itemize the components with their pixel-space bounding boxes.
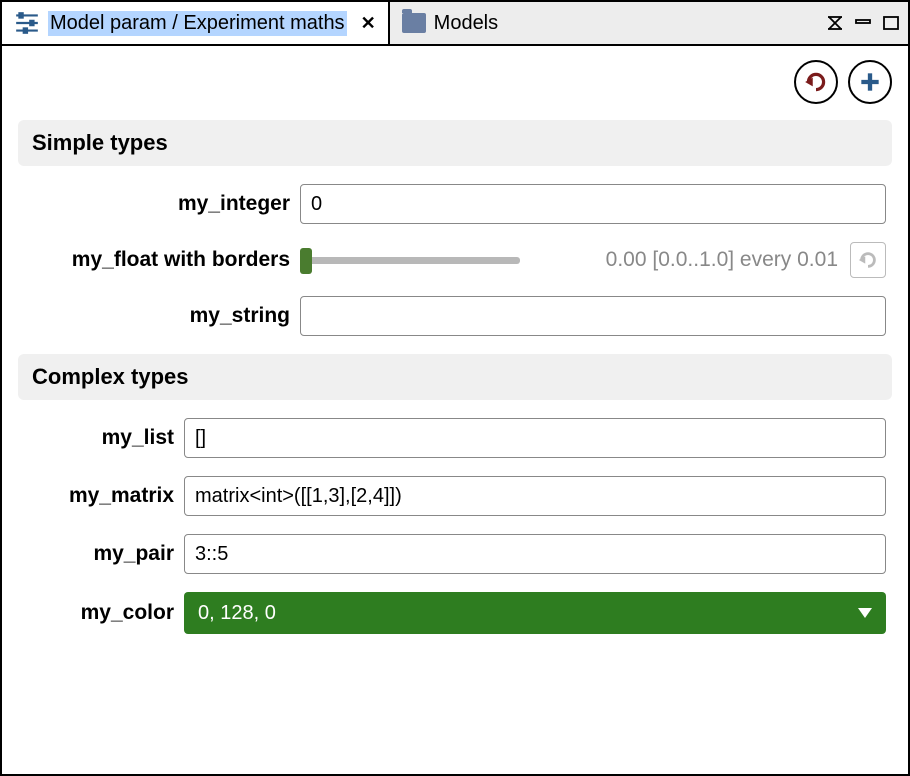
minimize-icon[interactable] <box>854 16 872 30</box>
sliders-icon <box>14 10 40 36</box>
tab-params-title: Model param / Experiment maths <box>48 11 347 36</box>
row-my-string: my_string <box>24 296 886 336</box>
tab-bar: Model param / Experiment maths ✕ Models <box>2 2 908 46</box>
toolbar <box>2 46 908 104</box>
color-picker-my-color[interactable]: 0, 128, 0 <box>184 592 886 634</box>
input-my-list[interactable] <box>184 418 886 458</box>
label-my-string: my_string <box>24 304 290 328</box>
input-my-string[interactable] <box>300 296 886 336</box>
input-my-pair[interactable] <box>184 534 886 574</box>
row-my-matrix: my_matrix <box>24 476 886 516</box>
color-value: 0, 128, 0 <box>198 602 276 625</box>
row-my-float: my_float with borders 0.00 [0.0..1.0] ev… <box>24 242 886 278</box>
slider-my-float[interactable] <box>300 257 520 264</box>
section-complex-body: my_list my_matrix my_pair my_color 0, 12… <box>18 400 892 646</box>
chevron-down-icon <box>858 608 872 618</box>
row-my-integer: my_integer <box>24 184 886 224</box>
label-my-pair: my_pair <box>24 542 174 566</box>
reset-my-float-button[interactable] <box>850 242 886 278</box>
slider-thumb-icon[interactable] <box>300 248 312 274</box>
label-my-float: my_float with borders <box>24 248 290 272</box>
row-my-list: my_list <box>24 418 886 458</box>
label-my-matrix: my_matrix <box>24 484 174 508</box>
close-tab-icon[interactable]: ✕ <box>361 13 376 34</box>
window-controls <box>826 2 900 44</box>
tab-models[interactable]: Models <box>390 2 510 44</box>
section-simple-types: Simple types <box>18 120 892 166</box>
tab-models-title: Models <box>434 12 498 35</box>
undo-button[interactable] <box>794 60 838 104</box>
input-my-integer[interactable] <box>300 184 886 224</box>
label-my-list: my_list <box>24 426 174 450</box>
add-button[interactable] <box>848 60 892 104</box>
tab-params[interactable]: Model param / Experiment maths ✕ <box>2 2 390 44</box>
section-complex-types: Complex types <box>18 354 892 400</box>
row-my-color: my_color 0, 128, 0 <box>24 592 886 634</box>
caption-my-float: 0.00 [0.0..1.0] every 0.01 <box>528 248 842 272</box>
label-my-color: my_color <box>24 601 174 625</box>
hourglass-icon[interactable] <box>826 16 844 30</box>
label-my-integer: my_integer <box>24 192 290 216</box>
maximize-icon[interactable] <box>882 16 900 30</box>
input-my-matrix[interactable] <box>184 476 886 516</box>
content: Simple types my_integer my_float with bo… <box>2 104 908 656</box>
row-my-pair: my_pair <box>24 534 886 574</box>
section-simple-body: my_integer my_float with borders 0.00 [0… <box>18 166 892 348</box>
folder-icon <box>402 13 426 33</box>
slider-my-float-wrap: 0.00 [0.0..1.0] every 0.01 <box>300 242 886 278</box>
